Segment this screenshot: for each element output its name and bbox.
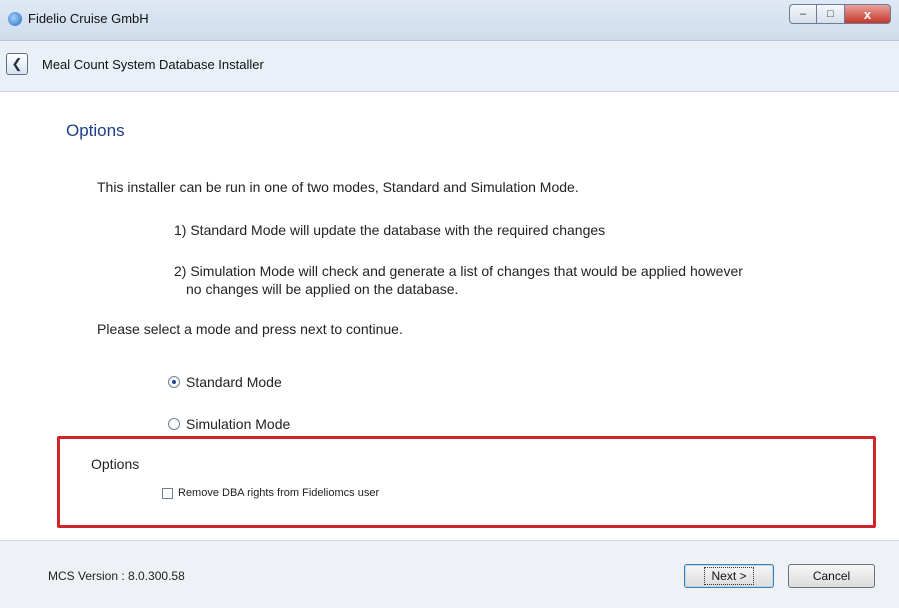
wizard-header: ❮ Meal Count System Database Installer [0, 41, 899, 92]
window-title: Fidelio Cruise GmbH [28, 11, 149, 26]
radio-unselected-icon [168, 418, 180, 430]
minimize-button[interactable]: – [789, 4, 817, 24]
page-title: Options [66, 121, 125, 140]
simulation-mode-radio[interactable]: Simulation Mode [168, 416, 290, 432]
wizard-content: Options This installer can be run in one… [0, 92, 899, 540]
back-button[interactable]: ❮ [6, 53, 28, 75]
prompt-text: Please select a mode and press next to c… [97, 321, 403, 337]
simulation-mode-description-line1: 2) Simulation Mode will check and genera… [174, 263, 743, 279]
radio-selected-icon [168, 376, 180, 388]
app-swirl-icon [8, 12, 22, 26]
standard-mode-label: Standard Mode [186, 374, 282, 390]
maximize-button[interactable]: □ [817, 4, 845, 24]
wizard-title: Meal Count System Database Installer [42, 57, 264, 72]
wizard-footer: MCS Version : 8.0.300.58 Next > Cancel [0, 540, 899, 608]
back-arrow-icon: ❮ [11, 56, 23, 71]
version-text: MCS Version : 8.0.300.58 [48, 569, 185, 583]
standard-mode-description: 1) Standard Mode will update the databas… [174, 222, 606, 238]
window-titlebar: Fidelio Cruise GmbH – □ x [0, 0, 899, 41]
next-button[interactable]: Next > [684, 564, 774, 588]
intro-text: This installer can be run in one of two … [97, 179, 579, 195]
simulation-mode-label: Simulation Mode [186, 416, 291, 432]
simulation-mode-description-line2: no changes will be applied on the databa… [186, 281, 459, 297]
close-button[interactable]: x [845, 4, 891, 24]
standard-mode-radio[interactable]: Standard Mode [168, 374, 282, 390]
window-controls: – □ x [789, 4, 891, 24]
next-button-label: Next > [704, 567, 754, 585]
cancel-button[interactable]: Cancel [788, 564, 875, 588]
highlight-annotation [57, 436, 876, 528]
